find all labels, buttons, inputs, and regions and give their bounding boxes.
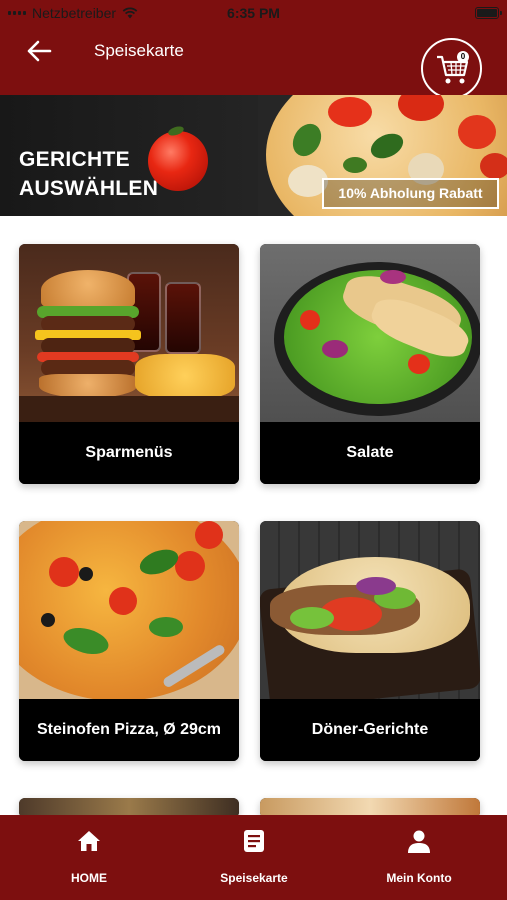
category-image-partial: [260, 798, 480, 815]
banner-heading-line1: GERICHTE: [19, 148, 130, 171]
cart-button[interactable]: 0: [421, 38, 482, 99]
promo-banner: GERICHTE AUSWÄHLEN 10% Abholung Rabatt: [0, 95, 507, 216]
cart-count-badge: 0: [457, 51, 469, 63]
category-label: Steinofen Pizza, Ø 29cm: [19, 699, 239, 761]
category-card-doener[interactable]: Döner-Gerichte: [260, 521, 480, 761]
category-label: Sparmenüs: [19, 422, 239, 484]
nav-mein-konto[interactable]: Mein Konto: [344, 815, 494, 900]
app-screen: Netzbetreiber 6:35 PM Speisekarte 0 GERI…: [0, 0, 507, 900]
nav-home[interactable]: HOME: [14, 815, 164, 900]
home-icon: [78, 831, 100, 851]
page-title: Speisekarte: [94, 41, 184, 60]
banner-heading-line2: AUSWÄHLEN: [19, 177, 159, 200]
category-card-sparmenues[interactable]: Sparmenüs: [19, 244, 239, 484]
pizza-image: [19, 521, 239, 699]
status-bar: Netzbetreiber 6:35 PM: [0, 0, 507, 26]
back-button[interactable]: [26, 38, 54, 64]
category-image-partial: [19, 798, 239, 815]
category-card-pizza[interactable]: Steinofen Pizza, Ø 29cm: [19, 521, 239, 761]
category-grid: Sparmenüs Salate Steinofen Pizza, Ø 29cm…: [0, 216, 507, 815]
category-card-partial[interactable]: [260, 798, 480, 815]
category-label: Döner-Gerichte: [260, 699, 480, 761]
status-time: 6:35 PM: [227, 5, 280, 21]
category-label: Salate: [260, 422, 480, 484]
salad-image: [260, 244, 480, 422]
burger-menu-image: [19, 244, 239, 422]
banner-tomato-image: [148, 131, 208, 191]
promo-discount-badge: 10% Abholung Rabatt: [322, 178, 499, 209]
nav-label: HOME: [71, 871, 107, 885]
menu-list-icon: [244, 830, 264, 852]
app-header: Netzbetreiber 6:35 PM Speisekarte 0: [0, 0, 507, 99]
doener-image: [260, 521, 480, 699]
nav-label: Mein Konto: [386, 871, 452, 885]
category-card-partial[interactable]: [19, 798, 239, 815]
nav-label: Speisekarte: [220, 871, 288, 885]
nav-speisekarte[interactable]: Speisekarte: [179, 815, 329, 900]
bottom-navigation: HOME Speisekarte Mein Konto: [0, 815, 507, 900]
user-icon: [408, 830, 430, 853]
battery-icon: [475, 7, 502, 19]
category-card-salate[interactable]: Salate: [260, 244, 480, 484]
banner-heading: GERICHTE AUSWÄHLEN: [19, 145, 158, 203]
arrow-left-icon: [27, 40, 52, 62]
